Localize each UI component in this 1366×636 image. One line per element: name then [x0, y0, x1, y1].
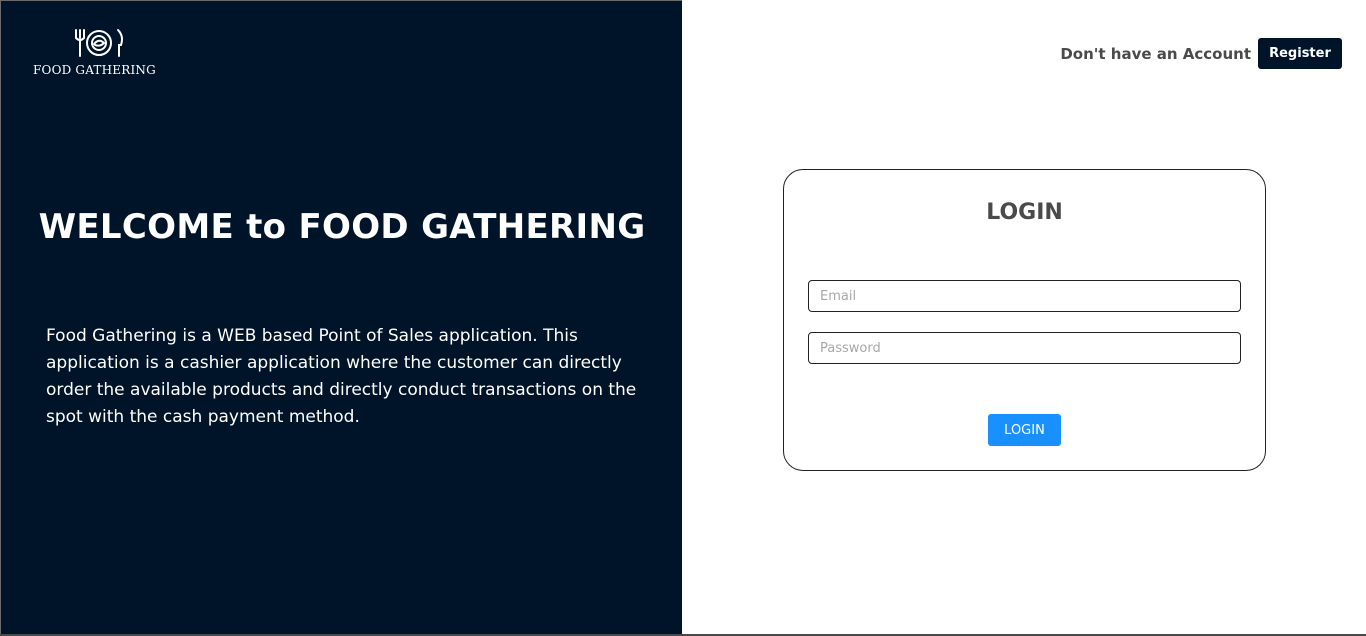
register-button[interactable]: Register [1258, 38, 1342, 69]
register-prompt: Don't have an Account Register [1060, 38, 1342, 69]
welcome-panel: FOOD GATHERING WELCOME to FOOD GATHERING… [0, 0, 682, 634]
app-description: Food Gathering is a WEB based Point of S… [46, 326, 637, 427]
login-button[interactable]: LOGIN [988, 414, 1061, 446]
brand-name: FOOD GATHERING [33, 63, 156, 77]
welcome-heading: WELCOME to FOOD GATHERING [38, 207, 646, 247]
login-card: LOGIN LOGIN [783, 169, 1266, 471]
account-prompt-text: Don't have an Account [1060, 44, 1251, 63]
login-title: LOGIN [986, 200, 1063, 225]
email-field[interactable] [808, 280, 1241, 312]
login-page: FOOD GATHERING WELCOME to FOOD GATHERING… [0, 0, 1366, 636]
plate-fork-knife-icon [75, 29, 123, 57]
brand-logo[interactable]: FOOD GATHERING [33, 27, 171, 79]
password-field[interactable] [808, 332, 1241, 364]
